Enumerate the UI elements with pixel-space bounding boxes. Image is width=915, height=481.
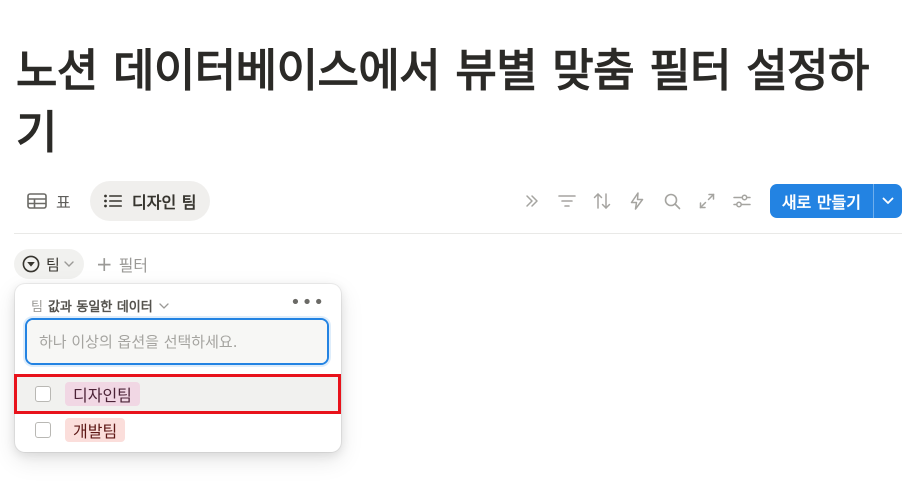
option-search-input[interactable] — [27, 320, 327, 363]
toolbar-divider — [14, 233, 902, 234]
tab-label: 표 — [56, 193, 71, 212]
search-icon[interactable] — [655, 184, 690, 218]
filter-popover: 팀 값과 동일한 데이터 ••• 디자인팀 개발팀 — [15, 284, 341, 452]
expand-icon[interactable] — [690, 184, 725, 218]
chevron-down-icon — [64, 261, 74, 267]
add-filter-button[interactable]: + 필터 — [96, 252, 148, 276]
option-tag: 디자인팀 — [65, 382, 140, 406]
plus-icon: + — [95, 252, 113, 276]
lightning-icon[interactable] — [620, 184, 655, 218]
filter-property-name: 팀 — [31, 300, 43, 315]
settings-sliders-icon[interactable] — [725, 184, 760, 218]
chevron-down-icon[interactable] — [874, 184, 902, 218]
new-button-group: 새로 만들기 — [769, 184, 902, 218]
view-toolbar: 새로 만들기 — [515, 181, 902, 221]
list-icon — [102, 190, 124, 212]
filter-chip-label: 팀 — [46, 255, 60, 274]
option-row-dev-team[interactable]: 개발팀 — [15, 412, 341, 448]
team-filter-chip[interactable]: 팀 — [14, 249, 84, 279]
option-checkbox[interactable] — [35, 422, 51, 438]
filter-icon[interactable] — [550, 184, 585, 218]
view-bar: 표 디자인 팀 새로 만들기 — [14, 181, 902, 221]
option-tag: 개발팀 — [65, 418, 126, 442]
more-options-button[interactable]: ••• — [290, 294, 325, 312]
add-filter-label: 필터 — [118, 256, 149, 275]
tab-label: 디자인 팀 — [132, 193, 197, 212]
tab-design-team-view[interactable]: 디자인 팀 — [90, 181, 211, 221]
new-button[interactable]: 새로 만들기 — [770, 184, 874, 218]
sort-icon[interactable] — [585, 184, 620, 218]
filter-condition-selector[interactable]: 팀 값과 동일한 데이터 — [31, 296, 169, 315]
filter-condition-label: 값과 동일한 데이터 — [47, 300, 153, 315]
tab-table-view[interactable]: 표 — [14, 181, 85, 221]
double-chevron-icon[interactable] — [515, 184, 550, 218]
page-title: 노션 데이터베이스에서 뷰별 맞춤 필터 설정하기 — [16, 44, 869, 159]
filter-row: 팀 + 필터 — [14, 249, 148, 279]
option-checkbox[interactable] — [35, 386, 51, 402]
option-search-box — [25, 318, 329, 365]
chevron-down-icon — [159, 302, 169, 309]
option-row-design-team[interactable]: 디자인팀 — [15, 376, 341, 412]
table-icon — [26, 190, 48, 212]
select-property-icon — [22, 255, 40, 273]
